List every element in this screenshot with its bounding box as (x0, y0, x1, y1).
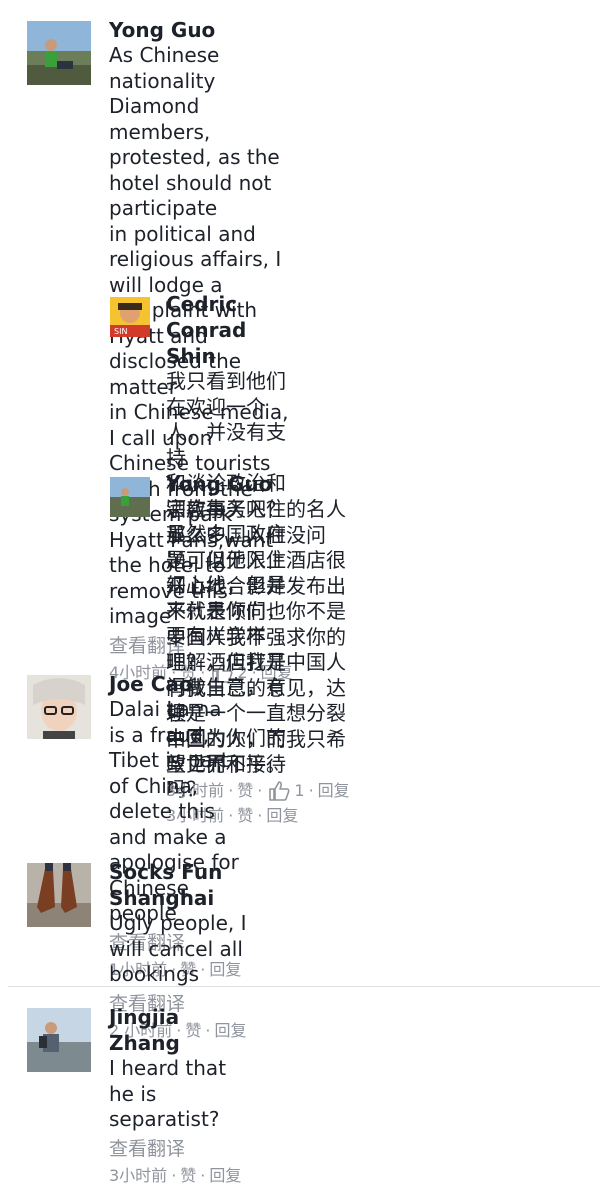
svg-text:SIN: SIN (114, 327, 127, 336)
commenter-name[interactable]: Yong Guo (109, 17, 293, 43)
separator: · (308, 780, 314, 800)
reply-button[interactable]: 回复 (318, 778, 350, 804)
separator: · (200, 1165, 206, 1185)
comment-text: Ugly people, I will cancel all bookings (109, 911, 247, 986)
reply-button[interactable]: 回复 (209, 1163, 241, 1189)
avatar[interactable] (27, 863, 91, 927)
commenter-name[interactable]: Socks Fun Shanghai (109, 859, 247, 911)
avatar[interactable] (110, 477, 150, 517)
commenter-name[interactable]: Cedric Conrad Shin (166, 291, 298, 369)
avatar[interactable] (27, 675, 91, 739)
timestamp: 3小时前 (109, 1165, 168, 1185)
avatar[interactable]: SIN (110, 297, 150, 337)
avatar[interactable] (27, 21, 91, 85)
avatar[interactable] (27, 1008, 91, 1072)
separator: · (171, 1165, 177, 1185)
separator: · (257, 805, 263, 825)
thumbs-up-icon (268, 780, 290, 801)
comment-text: I heard that he is separatist? (109, 1056, 227, 1131)
like-count: 1 (294, 780, 305, 800)
like-button[interactable]: 赞 (180, 1163, 196, 1189)
reply-button[interactable]: 回复 (266, 803, 298, 829)
separator: · (257, 780, 263, 800)
comment-body: Jingjia Zhang I heard that he is separat… (109, 1004, 241, 1189)
commenter-name[interactable]: Jingjia Zhang (109, 1004, 241, 1056)
comment-meta: 3小时前 · 赞 · 回复 (109, 1163, 241, 1189)
divider (8, 986, 600, 987)
commenter-name[interactable]: Yong Guo (166, 471, 350, 497)
commenter-name[interactable]: Joe Cao (109, 671, 241, 697)
see-translation-link[interactable]: 查看翻译 (109, 1135, 241, 1163)
